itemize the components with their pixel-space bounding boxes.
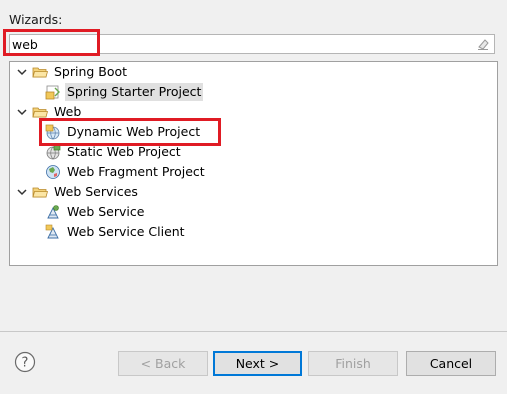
finish-button[interactable]: Finish: [308, 351, 398, 376]
wizard-tree[interactable]: Spring Boot Spring Starter Project Web D…: [9, 61, 498, 266]
cancel-button[interactable]: Cancel: [406, 351, 496, 376]
next-button[interactable]: Next >: [213, 351, 302, 376]
tree-item-web-fragment-project[interactable]: Web Fragment Project: [45, 163, 207, 181]
tree-item-label: Web Services: [54, 184, 138, 199]
tree-item-label: Web Fragment Project: [67, 164, 205, 179]
web-service-icon: [47, 205, 59, 219]
help-icon[interactable]: ?: [14, 351, 36, 373]
chevron-down-icon[interactable]: [15, 185, 29, 199]
tree-item-label: Static Web Project: [67, 144, 181, 159]
web-fragment-icon: [46, 165, 60, 179]
wizards-label: Wizards:: [9, 12, 63, 27]
tree-item-dynamic-web-project[interactable]: Dynamic Web Project: [45, 123, 202, 141]
tree-item-web[interactable]: Web: [15, 103, 83, 121]
tree-item-spring-boot[interactable]: Spring Boot: [15, 63, 129, 81]
tree-item-label: Dynamic Web Project: [67, 124, 201, 139]
chevron-down-icon[interactable]: [15, 105, 29, 119]
tree-item-spring-starter-project[interactable]: Spring Starter Project: [45, 83, 204, 101]
tree-item-web-service-client[interactable]: Web Service Client: [45, 223, 187, 241]
tree-item-label: Spring Starter Project: [65, 83, 204, 101]
folder-open-icon: [32, 67, 48, 78]
tree-item-label: Web Service: [67, 204, 145, 219]
tree-item-label: Web: [54, 104, 82, 119]
folder-open-icon: [32, 107, 48, 118]
tree-item-web-services[interactable]: Web Services: [15, 183, 140, 201]
static-web-icon: [46, 144, 61, 160]
web-service-client-icon: [45, 224, 59, 239]
tree-item-label: Spring Boot: [54, 64, 128, 79]
back-button[interactable]: < Back: [118, 351, 208, 376]
globe-project-icon: [45, 124, 60, 140]
svg-text:?: ?: [22, 356, 29, 371]
chevron-down-icon[interactable]: [15, 65, 29, 79]
filter-input[interactable]: [12, 36, 472, 52]
tree-item-label: Web Service Client: [67, 224, 185, 239]
eraser-icon[interactable]: [476, 37, 490, 51]
filter-field[interactable]: [9, 34, 495, 54]
folder-open-icon: [32, 187, 48, 198]
spring-starter-icon: [45, 85, 60, 100]
dialog-separator: [0, 331, 507, 332]
tree-item-static-web-project[interactable]: Static Web Project: [45, 143, 183, 161]
tree-item-web-service[interactable]: Web Service: [45, 203, 146, 221]
